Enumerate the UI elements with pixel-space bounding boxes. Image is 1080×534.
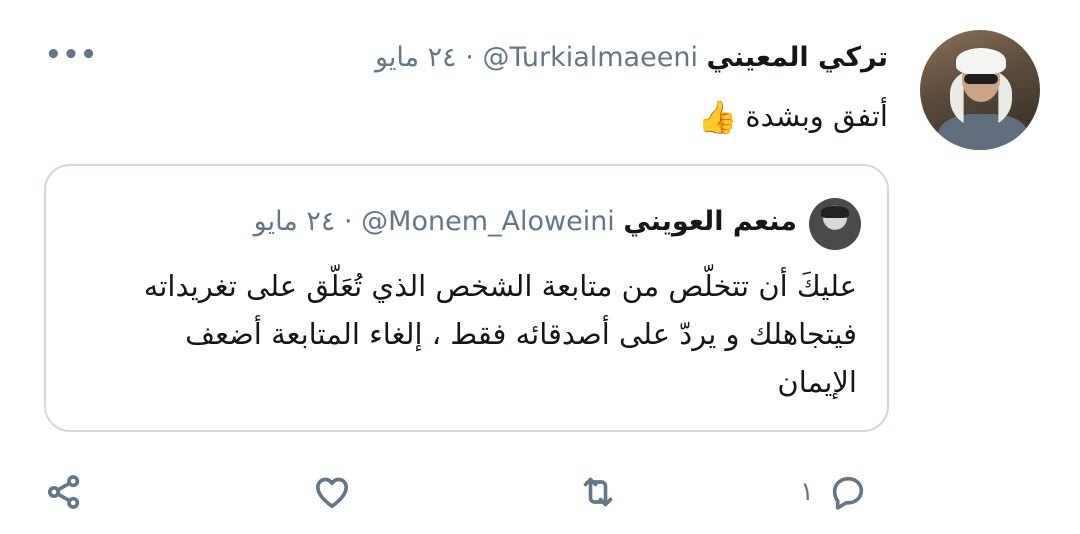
action-bar: ١ [0, 462, 1080, 522]
more-options-icon[interactable]: ••• [45, 40, 97, 70]
tweet-header: تركي المعيني @Turkialmaeeni · ٢٤ مايو [375, 36, 888, 80]
reply-button[interactable]: ١ [800, 468, 868, 516]
avatar-sunglasses [964, 74, 998, 84]
tweet-date[interactable]: ٢٤ مايو [375, 42, 457, 73]
share-button[interactable] [44, 468, 84, 516]
separator-dot: · [465, 42, 474, 73]
avatar-cap [956, 48, 1006, 74]
quoted-text-line: فيتجاهلك و يردّ على أصدقائه فقط ، إلغاء … [185, 317, 857, 351]
quoted-tweet[interactable]: منعم العويني @Monem_Aloweini · ٢٤ مايو ع… [44, 164, 889, 432]
tweet-text-content: أتفق وبشدة [745, 99, 888, 133]
retweet-icon [583, 477, 613, 507]
quoted-author-name[interactable]: منعم العويني [623, 206, 797, 237]
quoted-header: منعم العويني @Monem_Aloweini · ٢٤ مايو [254, 202, 797, 242]
quoted-author-handle[interactable]: @Monem_Aloweini [353, 206, 615, 237]
reply-icon [832, 476, 864, 510]
author-name[interactable]: تركي المعيني [707, 42, 888, 73]
tweet[interactable]: تركي المعيني @Turkialmaeeni · ٢٤ مايو ••… [0, 0, 1080, 534]
quoted-avatar[interactable] [809, 198, 861, 250]
author-handle[interactable]: @Turkialmaeeni [474, 42, 697, 73]
thumbs-up-emoji-icon: 👍 [697, 98, 738, 136]
reply-count: ١ [800, 477, 814, 507]
quoted-text-line: عليكَ أن تتخلّص من متابعة الشخص الذي تُع… [143, 269, 857, 303]
quoted-date[interactable]: ٢٤ مايو [254, 206, 336, 237]
retweet-button[interactable] [578, 468, 618, 516]
avatar-body [938, 114, 1028, 150]
like-button[interactable] [312, 468, 352, 516]
avatar[interactable] [920, 30, 1040, 150]
share-icon [48, 475, 80, 509]
like-icon [316, 477, 348, 508]
quoted-separator-dot: · [343, 206, 353, 237]
quoted-text-line: الإيمان [777, 365, 857, 399]
tweet-text: أتفق وبشدة👍 [698, 94, 888, 138]
quoted-text: عليكَ أن تتخلّص من متابعة الشخص الذي تُع… [72, 262, 857, 406]
